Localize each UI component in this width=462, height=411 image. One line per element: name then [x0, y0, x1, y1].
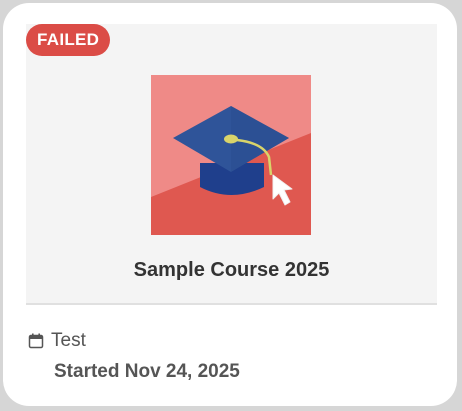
course-card[interactable]: FAILED Sample Course 2025 Test Started N…: [3, 3, 457, 406]
graduation-cap-icon: [151, 75, 311, 235]
course-type-row: Test: [28, 330, 240, 352]
course-meta: Test Started Nov 24, 2025: [28, 330, 240, 383]
course-type-label: Test: [51, 330, 86, 351]
course-thumbnail-area: FAILED Sample Course 2025: [26, 24, 437, 305]
calendar-icon: [28, 333, 44, 349]
status-badge: FAILED: [26, 24, 111, 56]
started-date: Started Nov 24, 2025: [54, 361, 240, 382]
course-title[interactable]: Sample Course 2025: [26, 259, 437, 282]
